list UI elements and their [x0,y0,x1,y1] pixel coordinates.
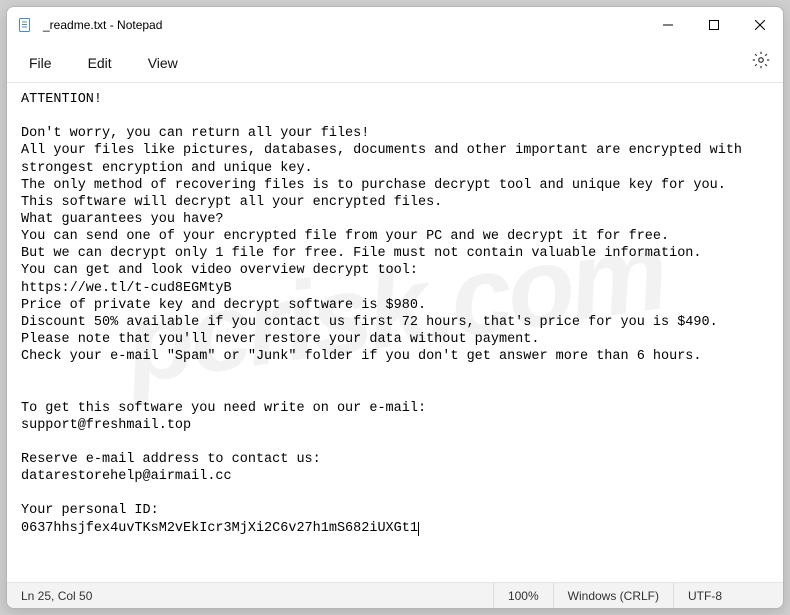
status-zoom: 100% [493,583,553,608]
notepad-icon [17,17,33,33]
status-encoding: UTF-8 [673,583,783,608]
document-text: ATTENTION! Don't worry, you can return a… [21,92,750,536]
status-cursor-position: Ln 25, Col 50 [7,583,106,608]
gear-icon [752,51,770,74]
notepad-window: _readme.txt - Notepad File Edit View ATT… [6,6,784,609]
close-button[interactable] [737,7,783,43]
window-title: _readme.txt - Notepad [43,18,162,32]
status-eol: Windows (CRLF) [553,583,673,608]
text-area[interactable]: ATTENTION! Don't worry, you can return a… [7,83,783,582]
settings-button[interactable] [743,45,779,81]
menu-file[interactable]: File [11,49,70,77]
menu-edit[interactable]: Edit [70,49,130,77]
maximize-button[interactable] [691,7,737,43]
text-caret [418,522,419,536]
titlebar[interactable]: _readme.txt - Notepad [7,7,783,43]
minimize-button[interactable] [645,7,691,43]
menubar: File Edit View [7,43,783,83]
menu-view[interactable]: View [130,49,196,77]
statusbar: Ln 25, Col 50 100% Windows (CRLF) UTF-8 [7,582,783,608]
